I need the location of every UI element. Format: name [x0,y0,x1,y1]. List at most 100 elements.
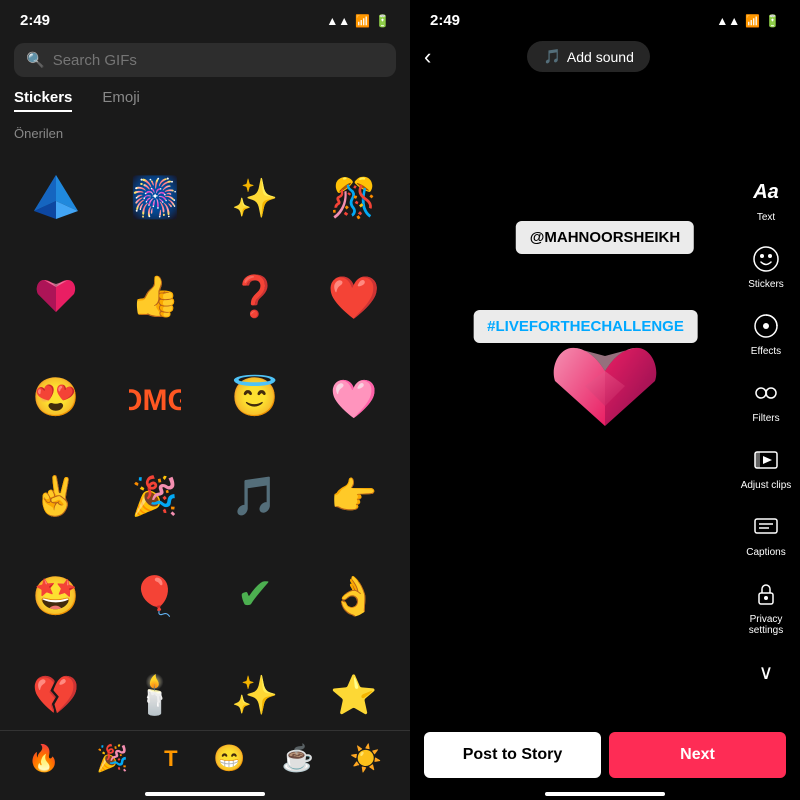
tool-privacy-settings-label: Privacy settings [736,614,796,636]
emoji-laugh[interactable]: 😁 [213,743,245,774]
signal-icon-right: ▲▲ [716,14,740,28]
bottom-actions: Post to Story Next [410,720,800,786]
wifi-icon: 📶 [355,14,370,28]
tool-stickers[interactable]: Stickers [744,235,788,296]
sticker-broken-heart[interactable]: 💔 [8,647,104,731]
svg-text:😇: 😇 [231,374,278,419]
emoji-fire[interactable]: 🔥 [28,743,60,774]
sticker-heart-gem[interactable] [8,249,104,345]
sticker-origami[interactable] [8,149,104,245]
tabs-row: Stickers Emoji [0,89,410,112]
sticker-question[interactable]: ❓ [207,249,303,345]
status-bar-right: 2:49 ▲▲ 📶 🔋 [410,0,800,37]
sticker-confetti[interactable]: 🎊 [307,149,403,245]
sticker-heart-eyes[interactable]: 😍 [8,348,104,444]
sticker-music[interactable]: 🎵 [207,448,303,544]
home-indicator-right [410,786,800,800]
signal-icon: ▲▲ [326,14,350,28]
svg-text:🩷: 🩷 [331,378,379,421]
tool-filters[interactable]: Filters [744,369,788,430]
back-button[interactable]: ‹ [424,44,431,70]
tab-emoji[interactable]: Emoji [102,89,140,112]
sticker-red-heart[interactable]: ❤️ [307,249,403,345]
tool-adjust-clips-label: Adjust clips [741,480,792,491]
filters-icon [748,375,784,411]
add-sound-label: Add sound [567,49,634,65]
sticker-heart-face[interactable]: 🤩 [8,547,104,643]
svg-text:✔: ✔ [236,570,273,619]
tool-privacy-settings[interactable]: Privacy settings [732,570,800,642]
heart-sticker-svg [545,336,665,446]
search-icon: 🔍 [26,51,45,69]
sticker-check[interactable]: ✔ [207,547,303,643]
home-bar-right [545,792,665,796]
right-toolbar: Aa Text Stickers [732,160,800,704]
sticker-sparkles[interactable]: ✨ [207,149,303,245]
status-icons-right: ▲▲ 📶 🔋 [716,14,780,28]
emoji-coffee[interactable]: ☕ [282,743,314,774]
svg-text:😍: 😍 [32,376,79,419]
sticker-sun-star[interactable]: ⭐ [307,647,403,731]
sticker-point-right[interactable]: 👉 [307,448,403,544]
tool-filters-label: Filters [752,413,779,424]
home-indicator-left [0,786,410,800]
next-button[interactable]: Next [609,732,786,778]
privacy-lock-icon [748,576,784,612]
svg-text:🎵: 🎵 [231,475,278,518]
sticker-fireworks[interactable]: 🎆 [108,149,204,245]
mention-tag[interactable]: @MAHNOORSHEIKH [516,221,694,254]
stickers-icon [748,241,784,277]
emoji-t[interactable]: T [164,746,177,772]
heart-sticker-overlay[interactable] [545,336,665,451]
wifi-icon-right: 📶 [745,14,760,28]
sticker-grid: 🎆 ✨ 🎊 👍 ❓ [0,149,410,730]
effects-icon [748,308,784,344]
tool-text[interactable]: Aa Text [744,168,788,229]
tool-captions[interactable]: Captions [742,503,789,564]
right-panel: 2:49 ▲▲ 📶 🔋 ‹ 🎵 Add sound @MAHNOORSHEIKH… [410,0,800,800]
tab-stickers[interactable]: Stickers [14,89,72,112]
add-sound-button[interactable]: 🎵 Add sound [527,41,649,72]
svg-text:🤩: 🤩 [32,575,79,618]
sticker-omg[interactable]: OMG [108,348,204,444]
tool-effects[interactable]: Effects [744,302,788,363]
search-bar[interactable]: 🔍 [14,43,396,77]
svg-text:OMG: OMG [129,384,181,417]
sticker-peace[interactable]: ✌️ [8,448,104,544]
sticker-candle[interactable]: 🕯️ [108,647,204,731]
music-note-icon: 🎵 [543,48,560,65]
post-to-story-button[interactable]: Post to Story [424,732,601,778]
svg-text:✨: ✨ [231,674,278,717]
chevron-down-tool[interactable]: ∨ [744,648,788,696]
svg-text:👉: 👉 [331,475,378,518]
adjust-clips-icon [748,442,784,478]
sticker-ok-hand[interactable]: 👌 [307,547,403,643]
svg-text:❓: ❓ [230,273,280,319]
svg-text:🎈: 🎈 [132,573,179,618]
captions-icon [748,509,784,545]
home-bar-left [145,792,265,796]
sticker-stars2[interactable]: ✨ [207,647,303,731]
sticker-party-popper[interactable]: 🎉 [108,448,204,544]
time-right: 2:49 [430,12,460,29]
sticker-balloon[interactable]: 🎈 [108,547,204,643]
bottom-emoji-bar: 🔥 🎉 T 😁 ☕ ☀️ [0,730,410,786]
search-input[interactable] [53,52,384,69]
svg-text:⭐: ⭐ [331,673,378,717]
svg-text:✨: ✨ [231,177,278,220]
svg-text:✌️: ✌️ [32,473,79,519]
tool-text-label: Text [757,212,775,223]
tool-adjust-clips[interactable]: Adjust clips [737,436,796,497]
sticker-angel[interactable]: 😇 [207,348,303,444]
svg-text:💔: 💔 [32,674,80,717]
top-controls: ‹ 🎵 Add sound [410,37,800,80]
sticker-pink-heart[interactable]: 🩷 [307,348,403,444]
emoji-party[interactable]: 🎉 [96,743,128,774]
tool-stickers-label: Stickers [748,279,784,290]
tool-effects-label: Effects [751,346,781,357]
tool-captions-label: Captions [746,547,785,558]
svg-text:🎉: 🎉 [132,474,179,519]
sticker-thumbsup[interactable]: 👍 [108,249,204,345]
emoji-sun[interactable]: ☀️ [350,743,382,774]
svg-text:❤️: ❤️ [328,274,380,321]
